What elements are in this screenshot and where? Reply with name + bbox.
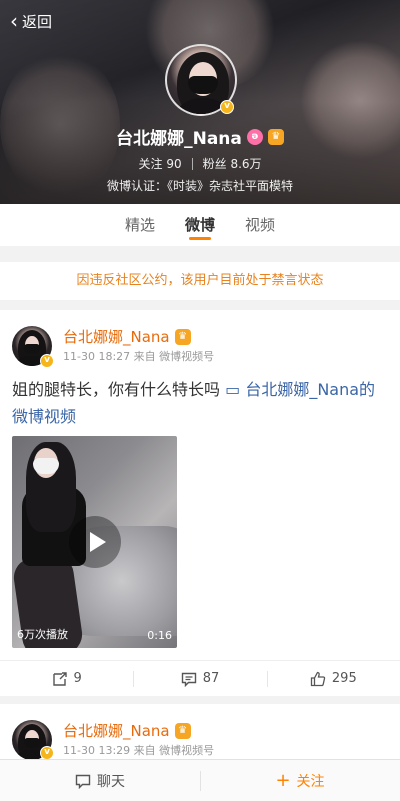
repost-button[interactable]: 9 [0,661,133,696]
verified-badge-icon: v [40,354,54,368]
crown-icon: ♛ [174,328,191,345]
verified-badge-icon: v [220,100,234,114]
chat-icon [75,774,91,789]
follow-button[interactable]: + 关注 [200,760,400,801]
profile-tabs: 精选 微博 视频 [0,204,400,246]
post-card: v 台北娜娜_Nana ♛ 11-30 13:29 来自 微博视频号 [0,704,400,760]
plus-icon: + [275,769,291,791]
like-button[interactable]: 295 [266,661,400,696]
member-level-icon[interactable]: ə [246,128,263,145]
post-card: v 台北娜娜_Nana ♛ 11-30 18:27 来自 微博视频号 姐的腿特长… [0,310,400,696]
comment-icon [181,672,196,687]
chat-button[interactable]: 聊天 [0,760,200,801]
following-stat[interactable]: 关注 90 [138,155,181,172]
post-text: 姐的腿特长，你有什么特长吗 ▭ 台北娜娜_Nana的微博视频 [12,380,376,426]
bottom-action-bar: 聊天 + 关注 [0,759,400,801]
play-icon[interactable] [69,516,121,568]
tab-video[interactable]: 视频 [245,204,275,246]
verified-badge-icon: v [40,746,54,760]
profile-stats: 关注 90 粉丝 8.6万 [0,155,400,172]
verification-text: 微博认证：《时装》杂志社平面模特 [106,179,293,193]
comment-button[interactable]: 87 [133,661,266,696]
chevron-left-icon: ‹ [10,9,18,33]
ban-notice: 因违反社区公约，该用户目前处于禁言状态 [0,262,400,300]
tab-weibo[interactable]: 微博 [185,204,215,246]
post-meta: 11-30 13:29 来自 微博视频号 [63,744,215,757]
video-thumbnail[interactable]: 6万次播放 0:16 [12,436,177,648]
back-label: 返回 [22,12,53,31]
video-play-count: 6万次播放 [17,628,68,641]
post-actions: 9 87 295 [0,660,400,696]
crown-icon[interactable]: ♛ [267,128,284,145]
profile-name: 台北娜娜_Nana [116,129,242,149]
fans-stat[interactable]: 粉丝 8.6万 [203,155,262,172]
video-camera-icon: ▭ [225,380,241,399]
profile-name-row: 台北娜娜_Nana ə ♛ [0,124,400,149]
post-meta: 11-30 18:27 来自 微博视频号 [63,350,215,363]
video-duration: 0:16 [147,629,172,642]
post-author[interactable]: 台北娜娜_Nana ♛ [63,326,191,347]
tab-featured[interactable]: 精选 [125,204,155,246]
divider [191,157,193,170]
crown-icon: ♛ [174,722,191,739]
back-button[interactable]: ‹ 返回 [10,8,52,34]
repost-icon [52,671,67,686]
thumbs-up-icon [310,671,326,686]
post-author[interactable]: 台北娜娜_Nana ♛ [63,720,191,741]
profile-header: ‹ 返回 v 台北娜娜_Nana ə ♛ 关注 90 粉丝 8.6万 微博认证：… [0,0,400,204]
